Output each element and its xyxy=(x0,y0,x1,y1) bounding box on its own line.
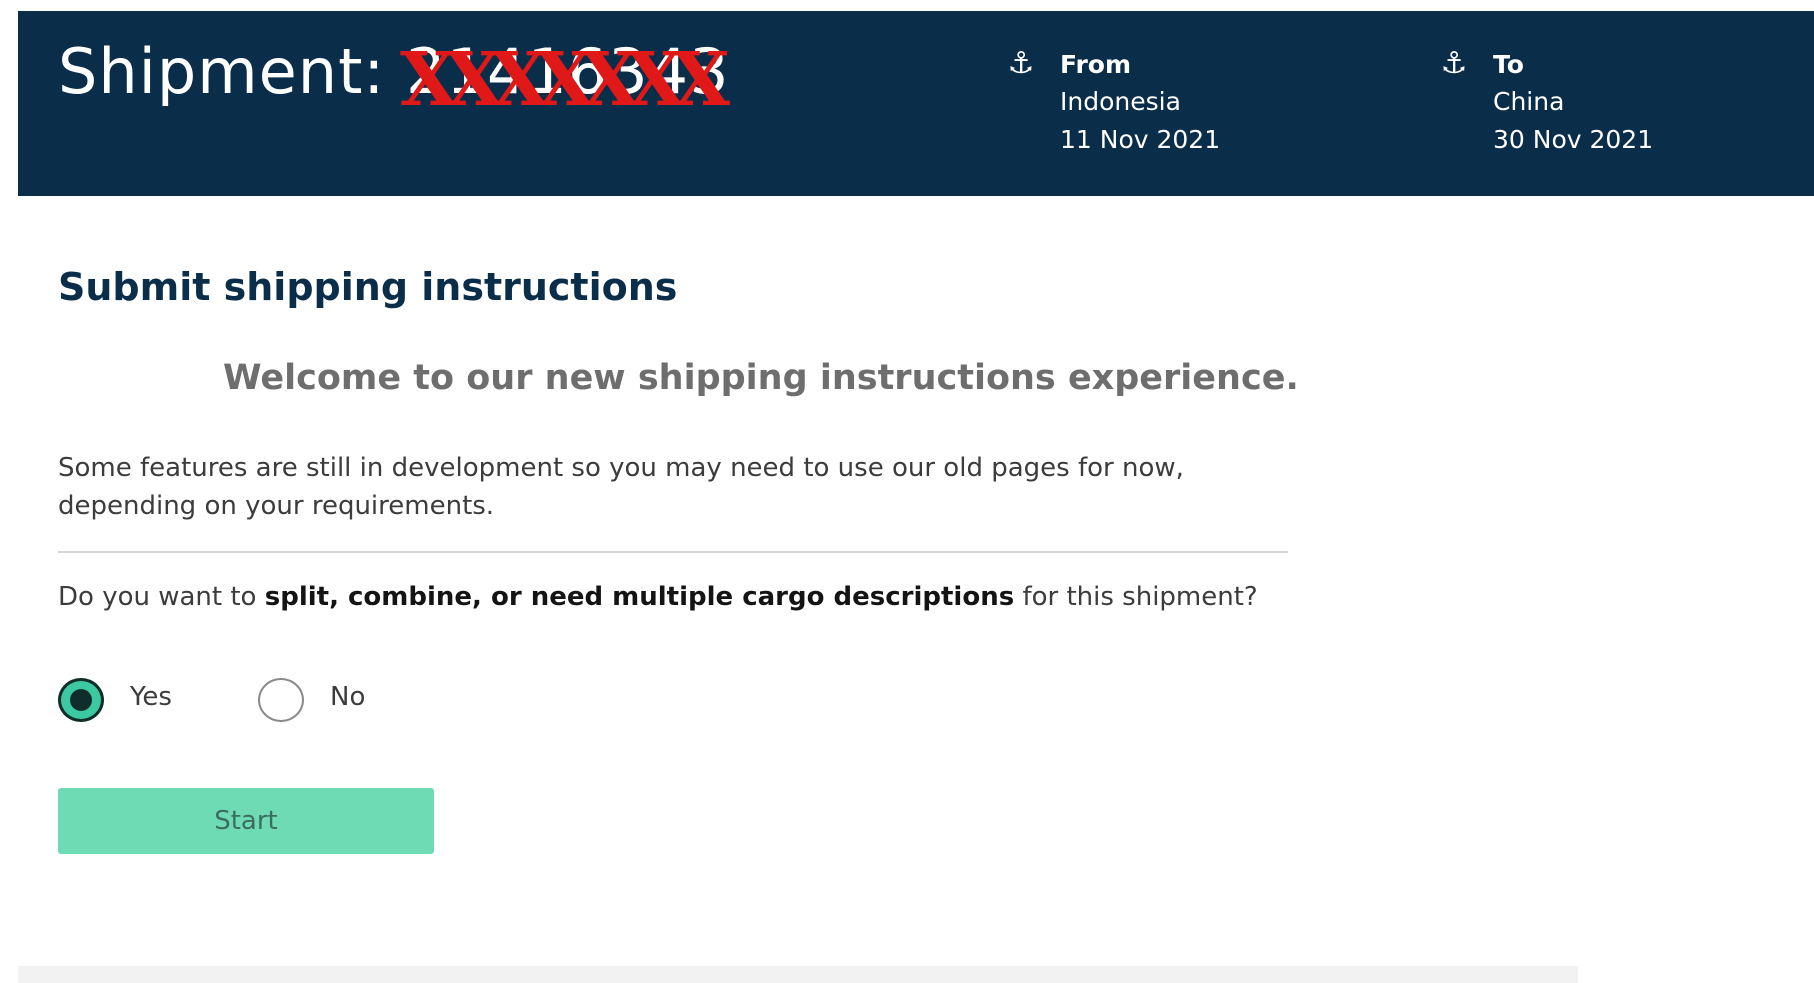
page-title: Submit shipping instructions xyxy=(58,265,678,309)
to-date: 30 Nov 2021 xyxy=(1493,125,1654,154)
shipment-title: Shipment: 21416343 XXXXXXX xyxy=(58,35,730,123)
radio-no[interactable]: No xyxy=(258,678,418,722)
divider xyxy=(58,551,1288,553)
top-strip xyxy=(18,0,1814,11)
from-country: Indonesia xyxy=(1060,87,1181,116)
welcome-heading: Welcome to our new shipping instructions… xyxy=(223,358,1299,398)
question-prefix: Do you want to xyxy=(58,582,265,612)
question-suffix: for this shipment? xyxy=(1014,582,1258,612)
cargo-question: Do you want to split, combine, or need m… xyxy=(58,578,1288,616)
shipment-header: Shipment: 21416343 XXXXXXX ⚓ From Indones… xyxy=(18,11,1814,196)
shipment-number: 21416343 XXXXXXX xyxy=(400,35,730,123)
radio-yes-label[interactable]: Yes xyxy=(130,682,172,712)
radio-selected-dot xyxy=(70,689,92,711)
shipment-number-value: 21416343 xyxy=(405,35,730,108)
to-country: China xyxy=(1493,87,1565,116)
from-label: From xyxy=(1060,50,1132,79)
shipment-title-prefix: Shipment: xyxy=(58,35,406,108)
radio-yes[interactable]: Yes xyxy=(58,678,218,722)
start-button[interactable]: Start xyxy=(58,788,434,854)
to-label: To xyxy=(1493,50,1524,79)
radio-yes-circle[interactable] xyxy=(58,678,104,722)
radio-no-circle[interactable] xyxy=(258,678,304,722)
question-emphasis: split, combine, or need multiple cargo d… xyxy=(264,582,1015,612)
anchor-icon: ⚓ xyxy=(1440,46,1468,81)
radio-no-label[interactable]: No xyxy=(330,682,365,712)
anchor-icon: ⚓ xyxy=(1007,46,1035,81)
intro-text: Some features are still in development s… xyxy=(58,453,1184,521)
footer-bar xyxy=(18,966,1578,983)
from-date: 11 Nov 2021 xyxy=(1060,125,1221,154)
